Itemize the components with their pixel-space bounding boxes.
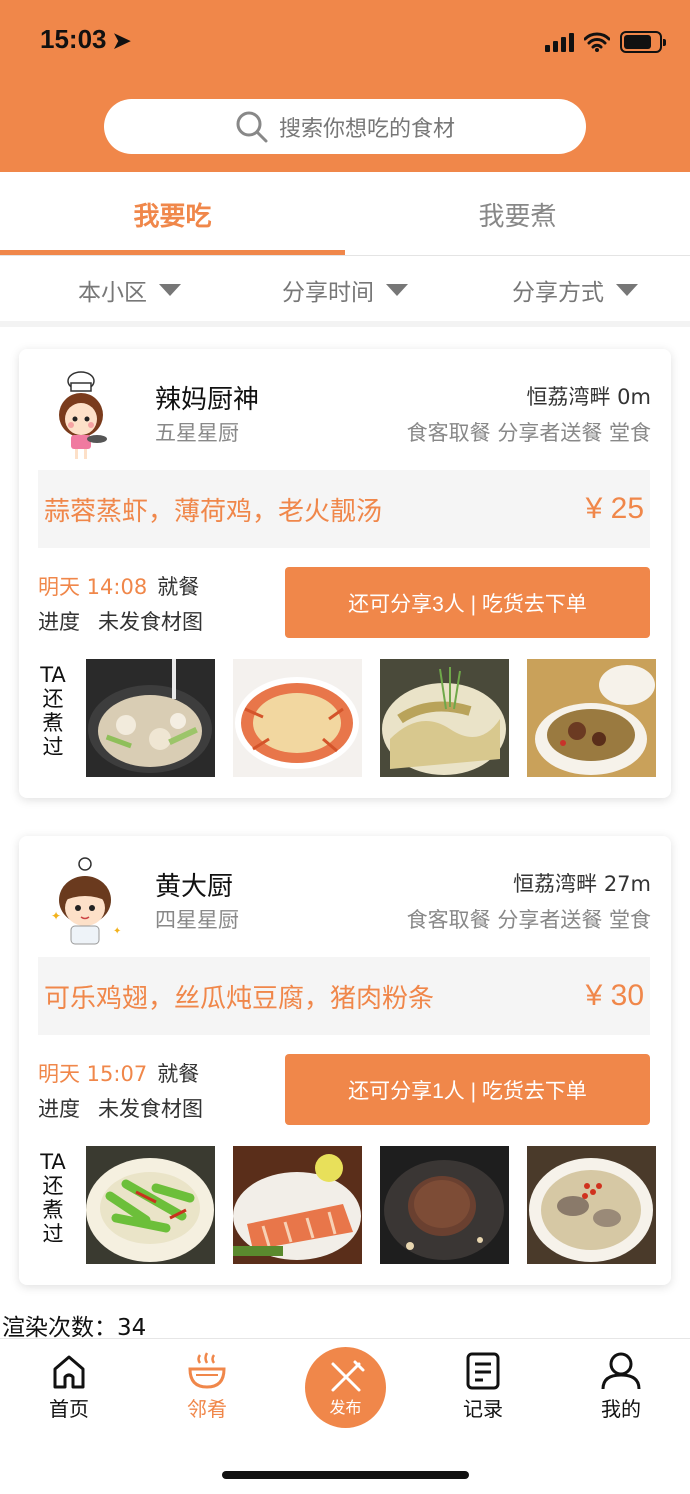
chef-level: 四星星厨 [155, 908, 239, 932]
nav-profile[interactable]: 我的 [571, 1351, 671, 1431]
delivery-methods: 食客取餐 分享者送餐 堂食 [406, 908, 651, 932]
progress-value: 未发食材图 [98, 610, 203, 634]
dish-photo[interactable] [233, 1146, 362, 1264]
delivery-methods: 食客取餐 分享者送餐 堂食 [406, 421, 651, 445]
chef-avatar[interactable]: ✦ ✦ [41, 854, 137, 950]
cooked-before-label: TA还煮过 [40, 1150, 66, 1246]
nav-label: 我的 [601, 1397, 641, 1421]
nav-label: 记录 [463, 1397, 503, 1421]
status-icons [545, 30, 666, 54]
location-arrow-icon: ➤ [112, 28, 131, 53]
home-icon [53, 1355, 85, 1389]
nav-home[interactable]: 首页 [19, 1351, 119, 1431]
nav-publish[interactable]: 发布 [305, 1347, 386, 1428]
meal-time: 明天 15:07 [38, 1062, 148, 1086]
dish-photo[interactable] [380, 1146, 509, 1264]
filter-share-time[interactable]: 分享时间 [282, 257, 408, 323]
chef-name: 黄大厨 [155, 872, 234, 902]
chef-level: 五星星厨 [155, 421, 239, 445]
nav-label: 首页 [49, 1397, 89, 1421]
dish-list: 蒜蓉蒸虾，薄荷鸡，老火靓汤 [44, 496, 383, 527]
dish-bar: 蒜蓉蒸虾，薄荷鸡，老火靓汤 ¥ 25 [38, 470, 650, 548]
nav-label: 邻肴 [187, 1397, 227, 1421]
meal-time-row: 明天 15:07 就餐 [38, 1058, 199, 1088]
dropdown-triangle-icon [616, 284, 638, 296]
dropdown-triangle-icon [386, 284, 408, 296]
tab-want-to-eat[interactable]: 我要吃 [0, 172, 345, 256]
dish-photo[interactable] [86, 1146, 215, 1264]
meal-label: 就餐 [157, 575, 200, 599]
search-bar[interactable]: 搜索你想吃的食材 [104, 99, 586, 154]
home-indicator [222, 1471, 469, 1479]
share-card[interactable]: 辣妈厨神 五星星厨 恒荔湾畔 0m 食客取餐 分享者送餐 堂食 蒜蓉蒸虾，薄荷鸡… [19, 349, 671, 798]
filter-label: 分享方式 [512, 280, 604, 306]
tab-want-to-cook[interactable]: 我要煮 [345, 172, 690, 256]
render-count: 渲染次数：34 [2, 1315, 147, 1341]
wifi-icon [584, 32, 610, 52]
svg-text:✦: ✦ [51, 909, 61, 923]
nav-neighbor-dishes[interactable]: 邻肴 [157, 1351, 257, 1431]
status-time: 15:03 ➤ [40, 24, 131, 54]
battery-icon [620, 31, 666, 53]
order-button[interactable]: 还可分享1人 | 吃货去下单 [285, 1054, 650, 1125]
filter-label: 本小区 [78, 280, 147, 306]
meal-label: 就餐 [157, 1062, 200, 1086]
dish-bar: 可乐鸡翅，丝瓜炖豆腐，猪肉粉条 ¥ 30 [38, 957, 650, 1035]
person-icon [601, 1352, 641, 1390]
progress-row: 进度 未发食材图 [38, 606, 203, 636]
progress-row: 进度 未发食材图 [38, 1093, 203, 1123]
fork-knife-icon [331, 1360, 364, 1391]
cellular-signal-icon [545, 32, 574, 52]
active-tab-indicator [0, 250, 345, 255]
meal-time: 明天 14:08 [38, 575, 148, 599]
dish-photo[interactable] [380, 659, 509, 777]
price: ¥ 30 [585, 979, 644, 1012]
price: ¥ 25 [585, 492, 644, 525]
location-distance: 恒荔湾畔 0m [526, 385, 652, 409]
chef-name: 辣妈厨神 [155, 385, 260, 415]
dish-photo[interactable] [527, 659, 656, 777]
cooked-before-label: TA还煮过 [40, 663, 66, 759]
dish-photo[interactable] [86, 659, 215, 777]
progress-label: 进度 [38, 610, 80, 634]
header: 15:03 ➤ 搜索你想吃的食材 [0, 0, 690, 172]
meal-time-row: 明天 14:08 就餐 [38, 571, 199, 601]
filter-label: 分享时间 [282, 280, 374, 306]
dish-list: 可乐鸡翅，丝瓜炖豆腐，猪肉粉条 [44, 983, 435, 1014]
tab-bar: 我要吃 我要煮 [0, 172, 690, 256]
progress-label: 进度 [38, 1097, 80, 1121]
filter-share-method[interactable]: 分享方式 [512, 257, 638, 323]
order-button[interactable]: 还可分享3人 | 吃货去下单 [285, 567, 650, 638]
progress-value: 未发食材图 [98, 1097, 203, 1121]
filter-bar: 本小区 分享时间 分享方式 [0, 257, 690, 327]
bowl-icon [188, 1352, 226, 1389]
share-card[interactable]: ✦ ✦ 黄大厨 四星星厨 恒荔湾畔 27m 食客取餐 分享者送餐 堂食 可乐鸡翅… [19, 836, 671, 1285]
dish-photo[interactable] [233, 659, 362, 777]
dropdown-triangle-icon [159, 284, 181, 296]
nav-label: 发布 [329, 1397, 362, 1417]
notes-icon [466, 1352, 500, 1390]
search-placeholder: 搜索你想吃的食材 [278, 116, 455, 142]
dish-photo[interactable] [527, 1146, 656, 1264]
location-distance: 恒荔湾畔 27m [513, 872, 651, 896]
chef-avatar[interactable] [41, 367, 137, 463]
nav-records[interactable]: 记录 [433, 1351, 533, 1431]
filter-community[interactable]: 本小区 [78, 257, 181, 323]
svg-text:✦: ✦ [113, 926, 121, 937]
search-icon [236, 111, 268, 142]
bottom-nav: 首页 邻肴 发布 记录 我的 [0, 1338, 690, 1494]
